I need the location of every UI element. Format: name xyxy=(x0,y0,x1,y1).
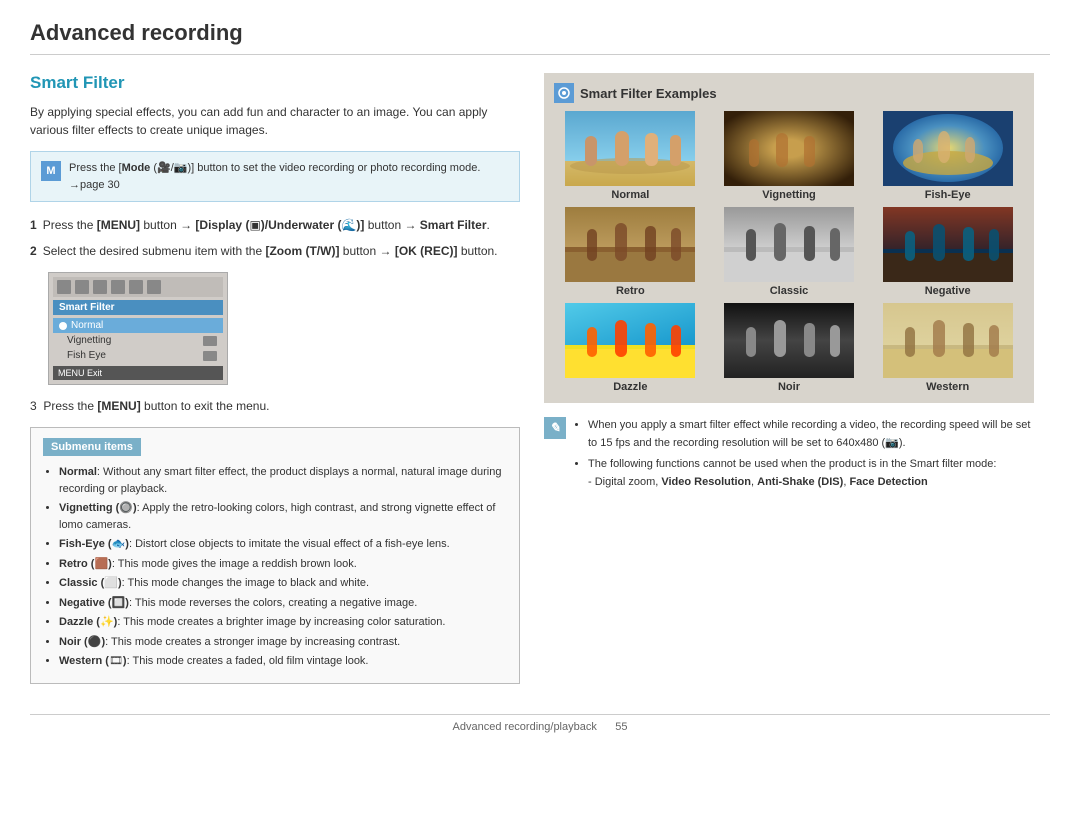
filter-label-western: Western xyxy=(926,381,969,393)
icon-fisheye xyxy=(203,351,217,361)
thumb-western xyxy=(883,303,1013,378)
filter-item-dazzle: Dazzle xyxy=(554,303,707,393)
list-item: Classic (⬜): This mode changes the image… xyxy=(59,575,507,592)
filter-label-noir: Noir xyxy=(778,381,800,393)
left-column: Smart Filter By applying special effects… xyxy=(30,73,520,694)
filter-item-retro: Retro xyxy=(554,207,707,297)
step-3: 3 Press the [MENU] button to exit the me… xyxy=(30,399,520,413)
submenu-list: Normal: Without any smart filter effect,… xyxy=(43,464,507,670)
submenu-title: Submenu items xyxy=(43,438,141,456)
note-box: M Press the [Mode (🎥/📷)] button to set t… xyxy=(30,151,520,202)
filter-label-retro: Retro xyxy=(616,285,645,297)
right-column: Smart Filter Examples xyxy=(544,73,1034,694)
list-item: Retro (🟫): This mode gives the image a r… xyxy=(59,556,507,573)
step-1-text: Press the [MENU] button → [Display (▣)/U… xyxy=(43,216,490,234)
filter-label-vignetting: Vignetting xyxy=(762,189,816,201)
list-item: Noir (⚫): This mode creates a stronger i… xyxy=(59,634,507,651)
list-item: Dazzle (✨): This mode creates a brighter… xyxy=(59,614,507,631)
filter-item-classic: Classic xyxy=(713,207,866,297)
section-title: Smart Filter xyxy=(30,73,520,93)
filter-header-icon xyxy=(554,83,574,103)
step-2: 2 Select the desired submenu item with t… xyxy=(30,242,520,260)
filter-examples-header: Smart Filter Examples xyxy=(554,83,1024,103)
page-title: Advanced recording xyxy=(30,20,1050,55)
filter-item-negative: Negative xyxy=(871,207,1024,297)
filter-label-dazzle: Dazzle xyxy=(613,381,647,393)
filter-item-fisheye: Fish-Eye xyxy=(871,111,1024,201)
filter-label-classic: Classic xyxy=(770,285,809,297)
thumb-noir xyxy=(724,303,854,378)
filter-item-noir: Noir xyxy=(713,303,866,393)
step-2-text: Select the desired submenu item with the… xyxy=(43,242,498,260)
label-fisheye: Fish Eye xyxy=(59,350,106,361)
menu-top-bar xyxy=(53,277,223,297)
menu-icon-2 xyxy=(75,280,89,294)
filter-item-vignetting: Vignetting xyxy=(713,111,866,201)
list-item: Fish-Eye (🐟): Distort close objects to i… xyxy=(59,536,507,553)
menu-icon-5 xyxy=(129,280,143,294)
menu-label: Smart Filter xyxy=(53,300,223,315)
submenu-box: Submenu items Normal: Without any smart … xyxy=(30,427,520,684)
footer-text: Advanced recording/playback xyxy=(453,721,597,733)
step-1: 1 Press the [MENU] button → [Display (▣)… xyxy=(30,216,520,234)
info-note-box: ✎ When you apply a smart filter effect w… xyxy=(544,417,1034,491)
thumb-vignetting xyxy=(724,111,854,186)
list-item: Negative (🔲): This mode reverses the col… xyxy=(59,595,507,612)
thumb-negative xyxy=(883,207,1013,282)
info-note-text: When you apply a smart filter effect whi… xyxy=(574,417,1034,491)
menu-bottom-bar: MENU Exit xyxy=(53,366,223,380)
info-note-icon: ✎ xyxy=(544,417,566,439)
thumb-fisheye xyxy=(883,111,1013,186)
thumb-classic xyxy=(724,207,854,282)
footer: Advanced recording/playback 55 xyxy=(30,714,1050,733)
step-1-num: 1 xyxy=(30,216,37,234)
footer-page: 55 xyxy=(615,721,627,733)
thumb-normal xyxy=(565,111,695,186)
filter-item-normal: Normal xyxy=(554,111,707,201)
note-text: Press the [Mode (🎥/📷)] button to set the… xyxy=(69,160,509,193)
label-normal: Normal xyxy=(71,320,103,331)
filter-label-negative: Negative xyxy=(925,285,971,297)
menu-item-normal: Normal xyxy=(53,318,223,333)
menu-icon-1 xyxy=(57,280,71,294)
menu-item-fisheye: Fish Eye xyxy=(53,348,223,363)
filter-label-normal: Normal xyxy=(611,189,649,201)
list-item: Vignetting (🔘): Apply the retro-looking … xyxy=(59,500,507,533)
dot-normal xyxy=(59,322,67,330)
icon-vignetting xyxy=(203,336,217,346)
steps: 1 Press the [MENU] button → [Display (▣)… xyxy=(30,216,520,260)
list-item: Western (🎞): This mode creates a faded, … xyxy=(59,653,507,670)
menu-screenshot: Smart Filter Normal Vignetting Fish Eye … xyxy=(48,272,228,385)
menu-item-vignetting: Vignetting xyxy=(53,333,223,348)
label-vignetting: Vignetting xyxy=(59,335,111,346)
note-icon: M xyxy=(41,161,61,181)
menu-icon-4 xyxy=(111,280,125,294)
list-item: Normal: Without any smart filter effect,… xyxy=(59,464,507,497)
filter-label-fisheye: Fish-Eye xyxy=(925,189,971,201)
menu-icon-3 xyxy=(93,280,107,294)
thumb-retro xyxy=(565,207,695,282)
filter-grid: Normal xyxy=(554,111,1024,393)
intro-text: By applying special effects, you can add… xyxy=(30,103,520,139)
filter-examples-title: Smart Filter Examples xyxy=(580,86,717,101)
filter-examples-box: Smart Filter Examples xyxy=(544,73,1034,403)
filter-item-western: Western xyxy=(871,303,1024,393)
step-2-num: 2 xyxy=(30,242,37,260)
menu-icon-6 xyxy=(147,280,161,294)
thumb-dazzle xyxy=(565,303,695,378)
